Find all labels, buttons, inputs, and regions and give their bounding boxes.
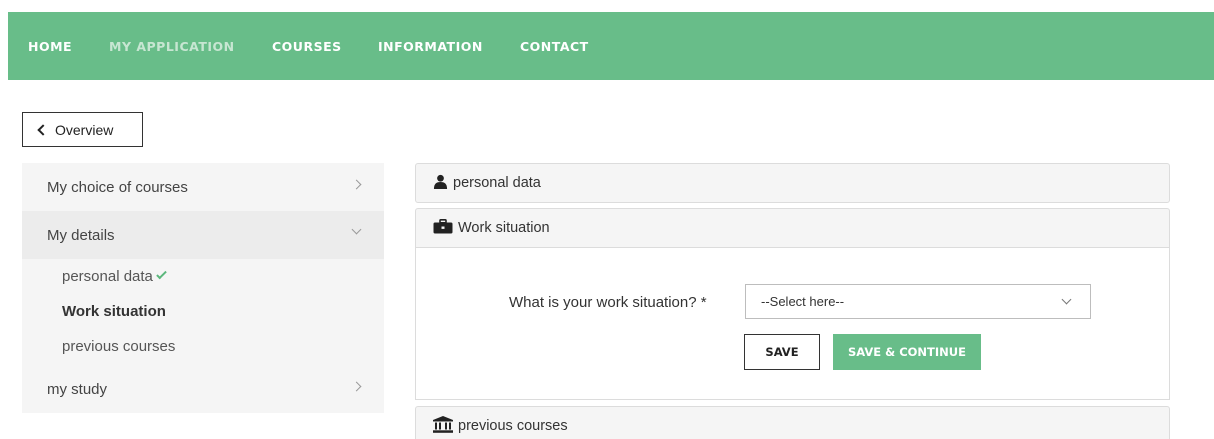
sidebar: My choice of courses My details personal… <box>22 163 384 413</box>
sidebar-subitem-label: Work situation <box>62 303 166 320</box>
chevron-right-icon <box>351 381 362 392</box>
panel-title: previous courses <box>458 418 568 434</box>
select-value: --Select here-- <box>761 294 845 309</box>
panel-work-situation-header[interactable]: Work situation <box>415 208 1170 248</box>
chevron-down-icon <box>351 224 362 235</box>
nav-information[interactable]: INFORMATION <box>378 39 483 54</box>
work-situation-question: What is your work situation? * <box>509 294 707 311</box>
user-icon <box>433 174 448 193</box>
chevron-right-icon <box>351 179 362 190</box>
panel-personal-data-header[interactable]: personal data <box>415 163 1170 203</box>
panel-work-situation-body <box>415 248 1170 400</box>
save-button[interactable]: SAVE <box>744 334 820 370</box>
sidebar-item-label: my study <box>47 380 108 398</box>
sidebar-item-label: My choice of courses <box>47 178 188 196</box>
panel-title: Work situation <box>458 220 550 236</box>
chevron-down-icon <box>1061 294 1072 305</box>
sidebar-item-my-study[interactable]: my study <box>22 365 384 413</box>
nav-courses[interactable]: COURSES <box>272 39 342 54</box>
sidebar-subitem-previous-courses[interactable]: previous courses <box>62 338 175 355</box>
chevron-left-icon <box>37 124 49 136</box>
overview-button[interactable]: Overview <box>22 112 143 147</box>
sidebar-item-my-details[interactable]: My details <box>22 211 384 259</box>
work-situation-select[interactable]: --Select here-- <box>745 284 1091 319</box>
save-and-continue-button[interactable]: SAVE & CONTINUE <box>833 334 981 370</box>
sidebar-subitem-work-situation[interactable]: Work situation <box>62 303 166 320</box>
institution-icon <box>433 415 453 437</box>
sidebar-subitem-label: personal data <box>62 268 153 285</box>
nav-my-application[interactable]: MY APPLICATION <box>109 39 235 54</box>
nav-home[interactable]: HOME <box>28 39 72 54</box>
panel-previous-courses-header[interactable]: previous courses <box>415 406 1170 439</box>
top-navigation: HOME MY APPLICATION COURSES INFORMATION … <box>8 12 1214 80</box>
sidebar-subitem-personal-data[interactable]: personal data <box>62 268 167 285</box>
sidebar-item-choice-of-courses[interactable]: My choice of courses <box>22 163 384 211</box>
panel-title: personal data <box>453 175 541 191</box>
overview-button-label: Overview <box>55 121 114 138</box>
briefcase-icon <box>433 218 453 238</box>
check-icon <box>156 268 167 280</box>
sidebar-subitem-label: previous courses <box>62 338 176 355</box>
nav-contact[interactable]: CONTACT <box>520 39 589 54</box>
sidebar-item-label: My details <box>47 226 115 244</box>
